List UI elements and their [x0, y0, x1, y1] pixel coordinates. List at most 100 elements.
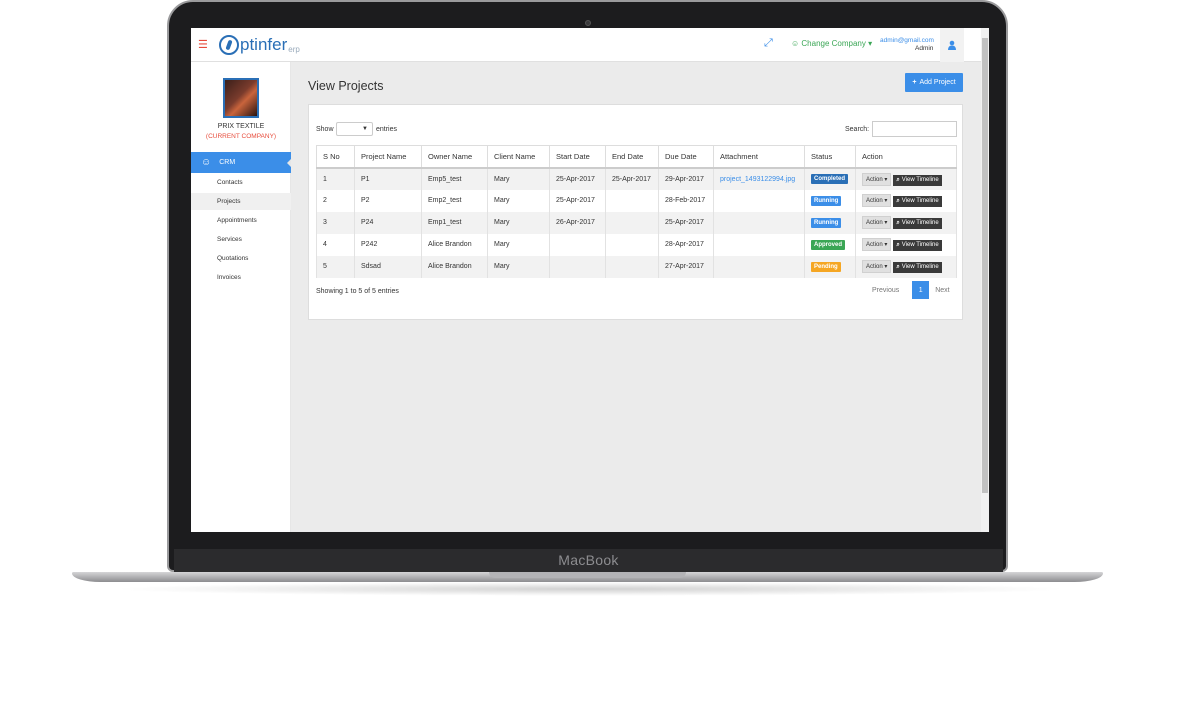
logo-sub: erp [288, 44, 300, 54]
action-dropdown-button[interactable]: Action ▾ [862, 260, 892, 273]
scrollbar-thumb[interactable] [982, 38, 988, 493]
cell-sno: 2 [316, 189, 355, 212]
cell-attachment: project_1493122994.jpg [713, 167, 805, 190]
cell-start-date: 25-Apr-2017 [549, 189, 606, 212]
cell-client-name: Mary [487, 167, 550, 190]
logo-text: ptinfer [240, 35, 288, 54]
column-header[interactable]: S No [316, 145, 355, 169]
sidebar: PRIX TEXTILE (CURRENT COMPANY) ☺ CRM Con… [191, 62, 292, 532]
sidebar-item-projects[interactable]: Projects [191, 193, 291, 210]
sidebar-item-quotations[interactable]: Quotations [191, 250, 291, 267]
view-timeline-button[interactable]: ⌕ View Timeline [893, 262, 942, 273]
cell-project-name: Sdsad [354, 255, 422, 278]
action-label: Action [866, 176, 883, 183]
entries-label: entries [376, 126, 398, 133]
logo[interactable]: ptinfer erp [219, 32, 300, 58]
caret-down-icon: ▾ [882, 264, 888, 270]
cell-project-name: P242 [354, 233, 422, 256]
cell-end-date [605, 211, 659, 234]
view-timeline-button[interactable]: ⌕ View Timeline [893, 196, 942, 207]
projects-table: S No Project Name Owner Name Client Name… [316, 145, 957, 278]
status-badge: Running [811, 195, 842, 206]
cell-due-date: 29-Apr-2017 [658, 167, 714, 190]
cell-end-date [605, 189, 659, 212]
pagination-previous[interactable]: Previous [872, 287, 899, 294]
sidebar-item-appointments[interactable]: Appointments [191, 212, 291, 229]
action-dropdown-button[interactable]: Action ▾ [862, 172, 892, 186]
sidebar-item-crm[interactable]: ☺ CRM [191, 152, 292, 173]
change-company-dropdown[interactable]: ☺ Change Company ▾ [791, 39, 872, 48]
column-header[interactable]: Project Name [354, 145, 422, 169]
cell-status: Approved [804, 233, 856, 256]
search-label: Search: [845, 126, 870, 133]
column-header[interactable]: Due Date [658, 145, 714, 169]
cell-owner-name: Emp5_test [421, 167, 488, 190]
cell-owner-name: Emp2_test [421, 189, 488, 212]
column-header[interactable]: End Date [605, 145, 659, 169]
column-header[interactable]: Start Date [549, 145, 606, 169]
view-timeline-label: View Timeline [901, 242, 939, 248]
action-dropdown-button[interactable]: Action ▾ [862, 216, 892, 229]
cell-due-date: 28-Feb-2017 [658, 189, 714, 212]
cell-client-name: Mary [487, 189, 550, 212]
cell-client-name: Mary [487, 211, 550, 234]
cell-due-date: 27-Apr-2017 [658, 255, 714, 278]
scrollbar[interactable] [981, 28, 989, 532]
cell-project-name: P24 [354, 211, 422, 234]
cell-sno: 1 [316, 167, 355, 190]
cell-end-date [605, 255, 659, 278]
main-content: View Projects + Add Project Show ▼ entri… [291, 62, 981, 532]
pagination-page[interactable]: 1 [912, 281, 930, 299]
cell-start-date [549, 233, 606, 256]
attachment-link[interactable]: project_1493122994.jpg [720, 176, 795, 183]
pagination-next[interactable]: Next [935, 287, 949, 294]
add-project-button[interactable]: + Add Project [905, 73, 963, 92]
column-header[interactable]: Status [804, 145, 856, 169]
sidebar-item-invoices[interactable]: Invoices [191, 269, 291, 286]
cell-end-date: 25-Apr-2017 [605, 167, 659, 190]
add-project-label: Add Project [919, 79, 956, 86]
hamburger-menu-icon[interactable]: ☰ [198, 38, 208, 51]
view-timeline-button[interactable]: ⌕ View Timeline [893, 218, 942, 229]
view-timeline-label: View Timeline [901, 176, 939, 183]
column-header[interactable]: Client Name [487, 145, 550, 169]
cell-attachment [713, 211, 805, 234]
cell-action: Action ▾ ⌕ View Timeline [855, 255, 957, 278]
search-icon: ⌕ [896, 264, 900, 270]
sidebar-item-contacts[interactable]: Contacts [191, 174, 291, 191]
view-timeline-button[interactable]: ⌕ View Timeline [893, 240, 942, 251]
action-dropdown-button[interactable]: Action ▾ [862, 238, 892, 251]
user-profile-button[interactable] [940, 28, 964, 62]
page-title: View Projects [308, 79, 384, 93]
column-header[interactable]: Attachment [713, 145, 805, 169]
cell-status: Running [804, 211, 856, 234]
user-email[interactable]: admin@gmail.com [880, 37, 934, 44]
search-icon: ⌕ [896, 220, 900, 226]
cell-action: Action ▾ ⌕ View Timeline [855, 189, 957, 212]
table-row: 3 P24 Emp1_test Mary 26-Apr-2017 25-Apr-2017 R… [316, 211, 957, 234]
sidebar-item-services[interactable]: Services [191, 231, 291, 248]
cell-start-date [549, 255, 606, 278]
screen: ☰ ptinfer erp ⤢ ☺ Change Company ▾ admin… [191, 28, 989, 532]
cell-sno: 5 [316, 255, 355, 278]
company-avatar[interactable] [223, 78, 259, 118]
cell-action: Action ▾ ⌕ View Timeline [855, 233, 957, 256]
cell-status: Completed [804, 167, 856, 190]
current-company-tag: (CURRENT COMPANY) [205, 133, 277, 140]
plus-icon: + [912, 79, 917, 86]
user-icon [948, 40, 956, 50]
cell-due-date: 25-Apr-2017 [658, 211, 714, 234]
search-input[interactable] [872, 121, 957, 137]
search-icon: ⌕ [896, 242, 900, 248]
cell-project-name: P1 [354, 167, 422, 190]
view-timeline-button[interactable]: ⌕ View Timeline [893, 174, 942, 186]
laptop-base-shadow [110, 582, 1070, 596]
status-badge: Completed [811, 174, 849, 184]
fullscreen-expand-icon[interactable]: ⤢ [764, 37, 773, 50]
cell-end-date [605, 233, 659, 256]
action-dropdown-button[interactable]: Action ▾ [862, 194, 892, 207]
column-header[interactable]: Owner Name [421, 145, 488, 169]
caret-down-icon: ▾ [882, 198, 888, 204]
cell-start-date: 26-Apr-2017 [549, 211, 606, 234]
page-length-select[interactable]: ▼ [336, 122, 373, 136]
